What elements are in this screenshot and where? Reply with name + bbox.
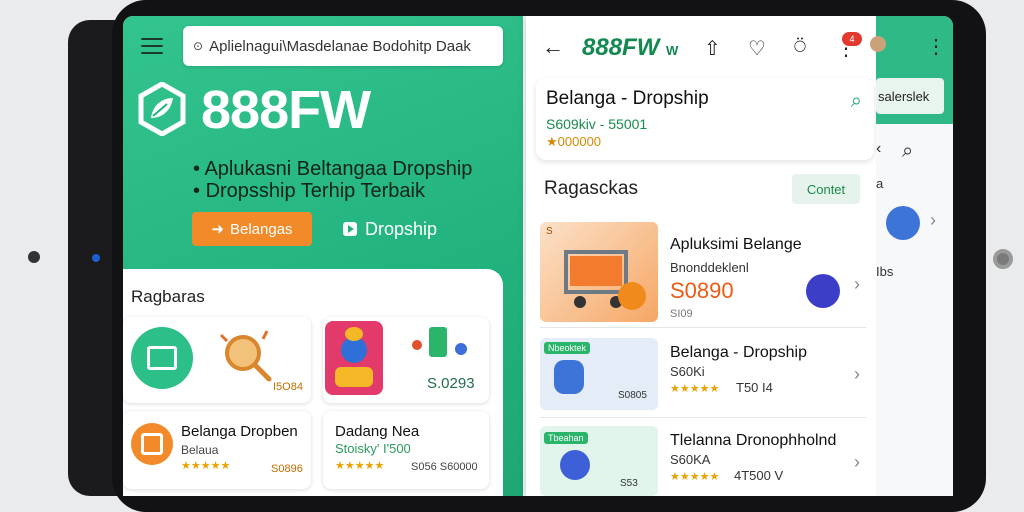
- rating-stars: ★★★★★: [181, 460, 231, 472]
- product-tile[interactable]: Dadang Nea Stoisky' I'500 ★★★★★ S056 S60…: [323, 411, 489, 489]
- price-range: S609kiv - 55001: [546, 116, 648, 132]
- url-text: Aplielnagui\Masdelanae Bodohitp Daak: [209, 37, 471, 55]
- search-icon[interactable]: ⌕: [902, 140, 913, 163]
- camera-dot: [92, 254, 100, 262]
- user-icon[interactable]: ⍥: [794, 36, 806, 59]
- contact-button[interactable]: Contet: [792, 174, 860, 204]
- menu-icon[interactable]: [141, 38, 163, 56]
- tile-price: S0896: [271, 463, 303, 475]
- thumb-price: S53: [620, 478, 638, 489]
- chevron-right-icon[interactable]: ›: [854, 364, 860, 385]
- item-subtitle: S60KA: [670, 452, 711, 467]
- rating-stars: ★★★★★: [335, 460, 385, 472]
- wallet-icon: [131, 327, 193, 389]
- heart-icon[interactable]: ♡: [748, 36, 766, 61]
- item-title: Tlelanna Dronophholnd: [670, 432, 837, 449]
- product-thumb: Tbeahan S53: [540, 426, 658, 496]
- list-item[interactable]: Nbeoktek S0805 Belanga - Dropship S60Ki …: [540, 336, 866, 418]
- item-subtitle: S60Ki: [670, 364, 705, 379]
- play-icon: [343, 222, 357, 236]
- price-secondary: ★000000: [546, 134, 602, 149]
- avatar[interactable]: [870, 36, 886, 52]
- product-title: Belanga - Dropship: [546, 88, 709, 109]
- product-tile[interactable]: S.0293: [323, 317, 489, 403]
- card-panel: Ragbaras I5O84 S.0293 Belanga Dropben Be…: [123, 269, 503, 496]
- item-meta: SI09: [670, 308, 693, 320]
- tile-price: S.0293: [427, 375, 475, 392]
- store-icon: [131, 423, 173, 465]
- phone-illustration-icon: [412, 327, 467, 357]
- magnifier-illustration-icon: [219, 330, 272, 382]
- thumb-tag: Nbeoktek: [544, 342, 591, 354]
- search-icon[interactable]: ⌕: [851, 90, 862, 113]
- top-bar: ← 888FW W ⇧ ♡ ⍥ ⋮ 4: [526, 16, 876, 76]
- rating-stars: ★★★★★: [670, 471, 720, 483]
- back-arrow-icon[interactable]: ←: [542, 34, 564, 60]
- toy-thumb: [325, 321, 383, 395]
- dropship-label: Dropship: [365, 218, 438, 239]
- avatar[interactable]: [886, 206, 920, 240]
- tile-sub: Belaua: [181, 443, 219, 457]
- feature-bullets: Aplukasni Beltangaa Dropship Dropsship T…: [193, 158, 472, 202]
- belangas-label: Belangas: [230, 220, 293, 238]
- product-tile[interactable]: Belanga Dropben Belaua ★★★★★ S0896: [123, 411, 311, 489]
- url-search-bar[interactable]: ⊙ Aplielnagui\Masdelanae Bodohitp Daak: [183, 26, 503, 66]
- list-item[interactable]: Tbeahan S53 Tlelanna Dronophholnd S60KA …: [540, 424, 866, 496]
- rating-stars: ★★★★★: [670, 383, 720, 395]
- thumb-tag: S: [546, 226, 553, 237]
- item-title: Apluksimi Belange: [670, 236, 802, 253]
- lock-icon: ⊙: [193, 39, 204, 53]
- side-search[interactable]: salerslek: [876, 78, 944, 114]
- product-thumb: Nbeoktek S0805: [540, 338, 658, 410]
- screen: ⊙ Aplielnagui\Masdelanae Bodohitp Daak 8…: [123, 16, 953, 496]
- arrow-icon: ➜: [211, 221, 224, 238]
- item-extra: 4T500 V: [734, 468, 784, 483]
- side-label: a: [876, 176, 884, 191]
- tile-sub: Stoisky' I'500: [335, 441, 411, 456]
- product-header-card[interactable]: Belanga - Dropship S609kiv - 55001 ★0000…: [536, 78, 874, 160]
- more-icon[interactable]: ⋮: [926, 34, 946, 59]
- decorative-dot: [993, 249, 1013, 269]
- chevron-icon[interactable]: ‹: [876, 140, 881, 158]
- item-subtitle: Bnonddeklenl: [670, 260, 749, 275]
- item-title: Belanga - Dropship: [670, 344, 807, 361]
- item-price: S0890: [670, 278, 734, 303]
- thumb-price: S0805: [618, 390, 647, 401]
- product-pane: ← 888FW W ⇧ ♡ ⍥ ⋮ 4 Belanga - Dropship S…: [526, 16, 876, 496]
- section-title: Ragbaras: [131, 287, 205, 306]
- list-item[interactable]: S Apluksimi Belange Bnonddeklenl S0890 S…: [540, 222, 866, 328]
- item-extra: T50 I4: [736, 380, 773, 395]
- landing-pane: ⊙ Aplielnagui\Masdelanae Bodohitp Daak 8…: [123, 16, 523, 496]
- notification-badge: 4: [842, 32, 862, 46]
- side-pane: ⋮ salerslek ‹ ⌕ a › Ibs: [870, 16, 953, 496]
- tile-title: Belanga Dropben: [181, 423, 298, 440]
- section-title: Ragasckas: [544, 178, 638, 199]
- tile-price: I5O84: [273, 381, 303, 393]
- side-header: ⋮ salerslek: [870, 16, 953, 124]
- share-icon[interactable]: ⇧: [704, 36, 721, 61]
- side-label: Ibs: [876, 264, 894, 279]
- decorative-dot: [28, 251, 40, 263]
- product-tile[interactable]: I5O84: [123, 317, 311, 403]
- dropship-button[interactable]: Dropship: [343, 212, 437, 246]
- app-logo: 888FW W: [582, 34, 679, 61]
- bullet-item: Aplukasni Beltangaa Dropship: [193, 158, 472, 180]
- brand-name: 888FW: [201, 80, 371, 140]
- seller-avatar: [806, 274, 840, 308]
- chevron-right-icon[interactable]: ›: [854, 452, 860, 473]
- brand-logo-icon: [138, 82, 186, 136]
- thumb-tag: Tbeahan: [544, 432, 588, 444]
- cart-thumb: S: [540, 222, 658, 322]
- chevron-right-icon[interactable]: ›: [854, 274, 860, 295]
- bullet-item: Dropsship Terhip Terbaik: [193, 180, 472, 202]
- chevron-right-icon[interactable]: ›: [930, 210, 936, 231]
- tile-price: S056 S60000: [411, 461, 478, 473]
- tile-title: Dadang Nea: [335, 423, 420, 440]
- belangas-button[interactable]: ➜ Belangas: [192, 212, 312, 246]
